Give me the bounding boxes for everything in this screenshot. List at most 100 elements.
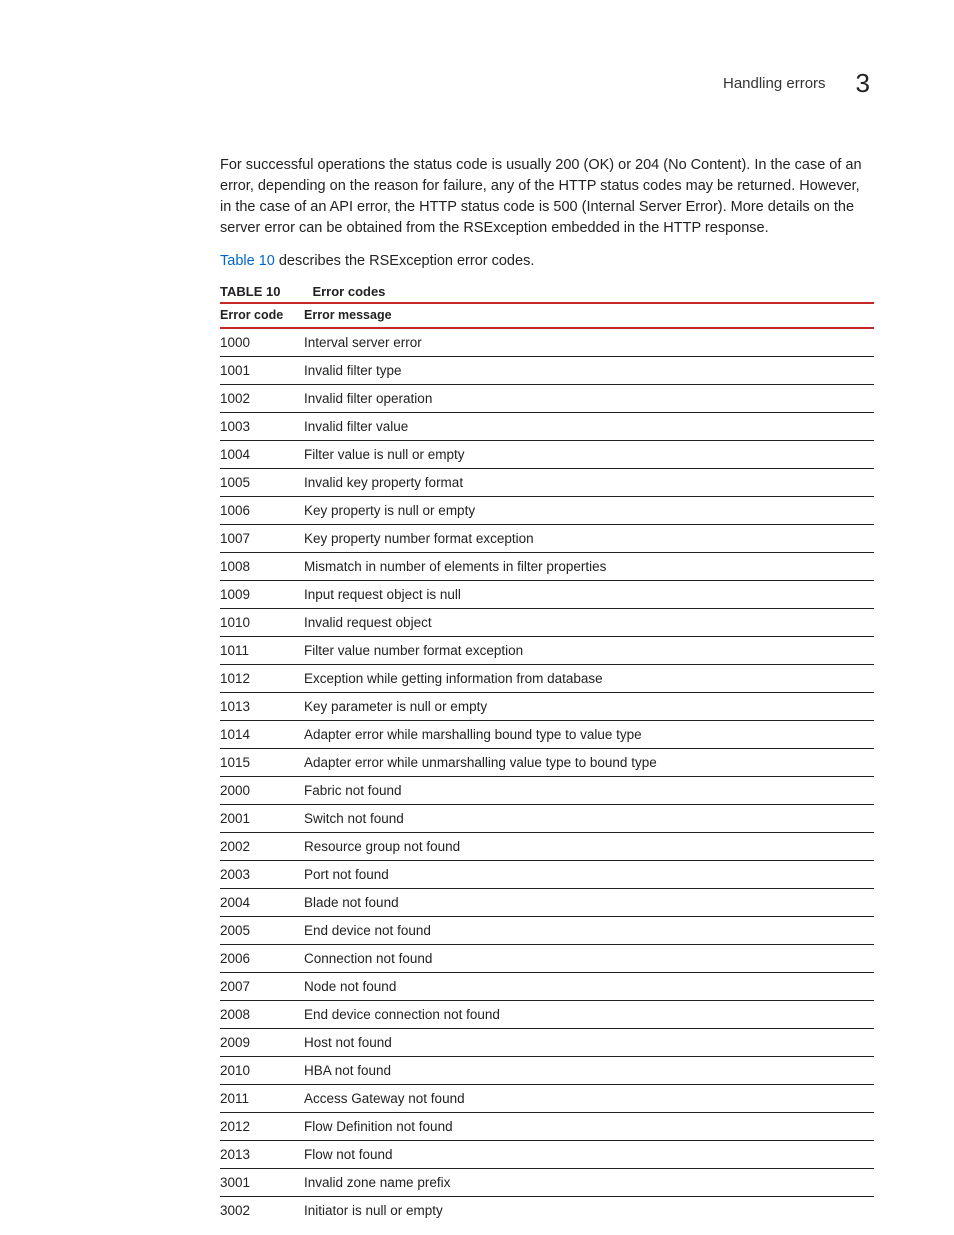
table-row: 2011Access Gateway not found (220, 1085, 874, 1113)
table-row: 1010Invalid request object (220, 609, 874, 637)
table-row: 2013Flow not found (220, 1141, 874, 1169)
cell-error-message: Invalid filter value (304, 413, 874, 441)
cell-error-message: Invalid filter operation (304, 385, 874, 413)
table-row: 3001Invalid zone name prefix (220, 1169, 874, 1197)
table-row: 1009Input request object is null (220, 581, 874, 609)
cell-error-message: Resource group not found (304, 833, 874, 861)
cell-error-code: 3001 (220, 1169, 304, 1197)
cell-error-code: 1004 (220, 441, 304, 469)
table-row: 2008End device connection not found (220, 1001, 874, 1029)
cell-error-code: 1015 (220, 749, 304, 777)
table-row: 1012Exception while getting information … (220, 665, 874, 693)
table-row: 1006Key property is null or empty (220, 497, 874, 525)
cell-error-message: Host not found (304, 1029, 874, 1057)
cell-error-code: 2004 (220, 889, 304, 917)
cell-error-message: Invalid filter type (304, 357, 874, 385)
cell-error-code: 2008 (220, 1001, 304, 1029)
cell-error-code: 2002 (220, 833, 304, 861)
cell-error-message: Adapter error while marshalling bound ty… (304, 721, 874, 749)
cell-error-message: Port not found (304, 861, 874, 889)
cell-error-message: Switch not found (304, 805, 874, 833)
page-header: Handling errors 3 (80, 68, 874, 99)
table-intro-paragraph: Table 10 describes the RSException error… (220, 251, 874, 272)
cell-error-code: 1000 (220, 328, 304, 357)
cell-error-code: 2001 (220, 805, 304, 833)
cell-error-code: 1012 (220, 665, 304, 693)
cell-error-message: Node not found (304, 973, 874, 1001)
col-header-code: Error code (220, 304, 304, 328)
table-row: 2002Resource group not found (220, 833, 874, 861)
cell-error-message: Invalid request object (304, 609, 874, 637)
cell-error-message: Connection not found (304, 945, 874, 973)
table-row: 2010HBA not found (220, 1057, 874, 1085)
cell-error-message: Mismatch in number of elements in filter… (304, 553, 874, 581)
table-row: 2001Switch not found (220, 805, 874, 833)
table-row: 2006Connection not found (220, 945, 874, 973)
table-row: 1005Invalid key property format (220, 469, 874, 497)
table-row: 1011Filter value number format exception (220, 637, 874, 665)
table-title: Error codes (312, 284, 385, 299)
table-row: 2007Node not found (220, 973, 874, 1001)
table-row: 2005End device not found (220, 917, 874, 945)
cell-error-message: HBA not found (304, 1057, 874, 1085)
section-title: Handling errors (723, 75, 826, 92)
cell-error-message: Interval server error (304, 328, 874, 357)
cell-error-code: 1009 (220, 581, 304, 609)
cell-error-code: 1013 (220, 693, 304, 721)
cell-error-code: 2007 (220, 973, 304, 1001)
cell-error-message: Invalid key property format (304, 469, 874, 497)
cell-error-message: Exception while getting information from… (304, 665, 874, 693)
table-link[interactable]: Table 10 (220, 253, 275, 269)
intro-paragraph: For successful operations the status cod… (220, 155, 874, 239)
table-row: 2004Blade not found (220, 889, 874, 917)
cell-error-code: 2013 (220, 1141, 304, 1169)
table-row: 2012Flow Definition not found (220, 1113, 874, 1141)
table-row: 1014Adapter error while marshalling boun… (220, 721, 874, 749)
cell-error-message: Initiator is null or empty (304, 1197, 874, 1225)
table-row: 2003Port not found (220, 861, 874, 889)
table-caption: TABLE 10 Error codes (220, 284, 874, 304)
table-row: 1002Invalid filter operation (220, 385, 874, 413)
col-header-message: Error message (304, 304, 874, 328)
cell-error-code: 2011 (220, 1085, 304, 1113)
cell-error-message: Key property number format exception (304, 525, 874, 553)
table-header-row: Error code Error message (220, 304, 874, 328)
cell-error-message: Flow not found (304, 1141, 874, 1169)
cell-error-code: 3002 (220, 1197, 304, 1225)
table-row: 1008Mismatch in number of elements in fi… (220, 553, 874, 581)
cell-error-message: Access Gateway not found (304, 1085, 874, 1113)
cell-error-message: Fabric not found (304, 777, 874, 805)
cell-error-message: Filter value number format exception (304, 637, 874, 665)
table-row: 1007Key property number format exception (220, 525, 874, 553)
table-intro-rest: describes the RSException error codes. (275, 253, 535, 269)
table-row: 1003Invalid filter value (220, 413, 874, 441)
table-row: 1013Key parameter is null or empty (220, 693, 874, 721)
cell-error-message: Input request object is null (304, 581, 874, 609)
table-row: 2000Fabric not found (220, 777, 874, 805)
cell-error-code: 1005 (220, 469, 304, 497)
cell-error-code: 1003 (220, 413, 304, 441)
cell-error-message: Key parameter is null or empty (304, 693, 874, 721)
cell-error-code: 1002 (220, 385, 304, 413)
table-number: TABLE 10 (220, 284, 280, 299)
cell-error-message: Flow Definition not found (304, 1113, 874, 1141)
table-row: 1000Interval server error (220, 328, 874, 357)
cell-error-message: Blade not found (304, 889, 874, 917)
cell-error-code: 1008 (220, 553, 304, 581)
cell-error-message: End device connection not found (304, 1001, 874, 1029)
cell-error-code: 2012 (220, 1113, 304, 1141)
cell-error-code: 2010 (220, 1057, 304, 1085)
cell-error-code: 2005 (220, 917, 304, 945)
cell-error-code: 1001 (220, 357, 304, 385)
cell-error-code: 2003 (220, 861, 304, 889)
error-codes-table: Error code Error message 1000Interval se… (220, 304, 874, 1224)
cell-error-code: 1014 (220, 721, 304, 749)
cell-error-message: Adapter error while unmarshalling value … (304, 749, 874, 777)
cell-error-code: 1006 (220, 497, 304, 525)
cell-error-code: 1010 (220, 609, 304, 637)
cell-error-code: 1011 (220, 637, 304, 665)
table-row: 3002Initiator is null or empty (220, 1197, 874, 1225)
chapter-number: 3 (856, 68, 870, 99)
error-codes-table-wrap: TABLE 10 Error codes Error code Error me… (220, 284, 874, 1224)
cell-error-code: 2006 (220, 945, 304, 973)
